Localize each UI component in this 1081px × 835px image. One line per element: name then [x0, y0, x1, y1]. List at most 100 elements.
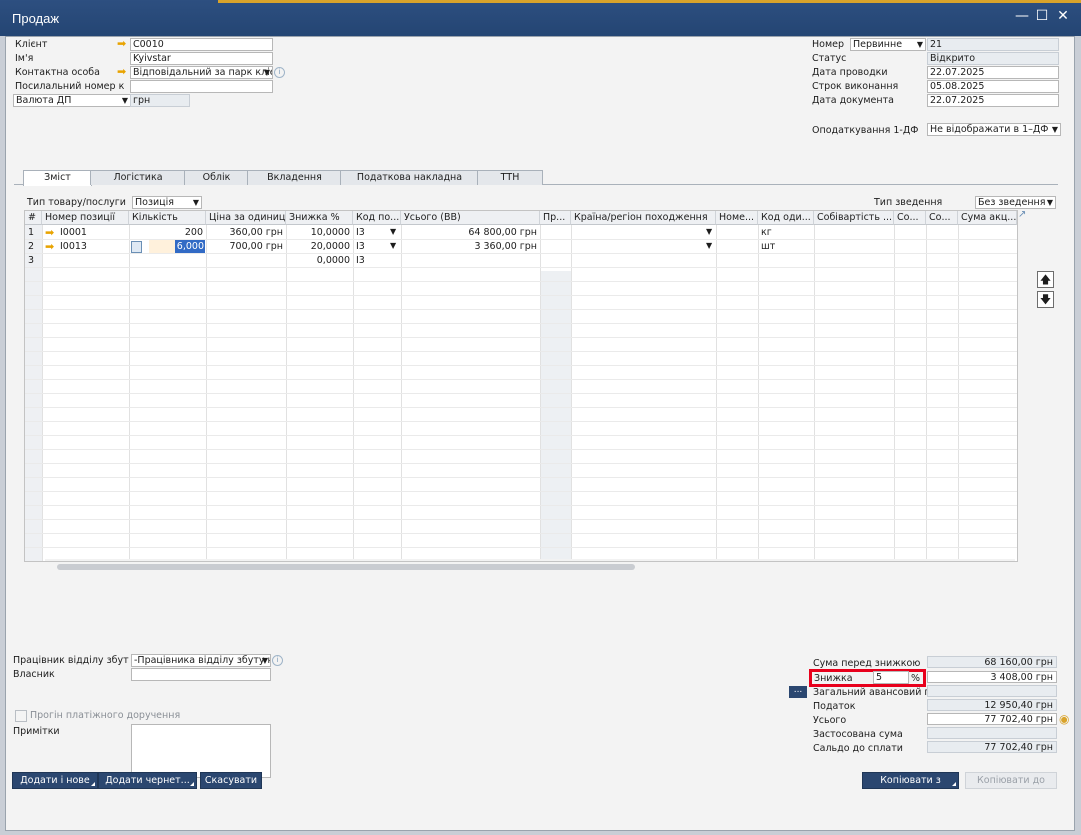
ref-field[interactable] [130, 80, 273, 93]
total-field[interactable]: 77 702,40 грн [927, 713, 1057, 725]
posting-date-field[interactable]: 22.07.2025 [927, 66, 1059, 79]
chevron-down-icon[interactable]: ▼ [706, 227, 712, 236]
horizontal-scrollbar-track[interactable] [45, 559, 1015, 561]
add-and-new-button[interactable]: Додати і нове [12, 772, 98, 789]
copy-from-button[interactable]: Копіювати з [862, 772, 959, 789]
applied-amount-label: Застосована сума [813, 729, 903, 740]
table-row[interactable]: 2 ➡ I0013 6,000 700,00 грн 20,0000 I3 ▼ … [25, 240, 1017, 253]
cell-discount[interactable]: 0,0000 [286, 254, 353, 267]
cell-item[interactable]: I0001 [57, 226, 129, 239]
col-header-co2[interactable]: Со... [926, 211, 958, 225]
cell-uom[interactable]: шт [758, 240, 814, 253]
sales-employee-label: Працівник відділу збут [13, 655, 129, 666]
col-header-num[interactable]: # [25, 211, 42, 225]
window-title: Продаж [12, 11, 60, 26]
link-arrow-icon[interactable]: ➡ [117, 66, 126, 77]
col-header-cost[interactable]: Собівартість ... [814, 211, 894, 225]
grid-row-line [25, 463, 1017, 464]
item-type-select[interactable]: Позиція ▼ [132, 196, 202, 209]
summary-type-select[interactable]: Без зведення ▼ [975, 196, 1056, 209]
sales-employee-select[interactable]: -Працівника відділу збуту нем▼ [131, 654, 271, 667]
owner-field[interactable] [131, 668, 271, 681]
contact-value: Відповідальний за парк клієнт [133, 67, 273, 78]
doc-date-field[interactable]: 22.07.2025 [927, 94, 1059, 107]
due-date-field[interactable]: 05.08.2025 [927, 80, 1059, 93]
cell-discount[interactable]: 10,0000 [286, 226, 353, 239]
cell-total[interactable]: 64 800,00 грн [401, 226, 540, 239]
table-row[interactable]: 3 0,0000 I3 [25, 254, 1017, 267]
client-field[interactable]: C0010 [130, 38, 273, 51]
tab-tax-invoice[interactable]: Податкова накладна [340, 170, 479, 185]
name-label: Ім'я [15, 53, 34, 64]
grid-row-line [25, 505, 1017, 506]
col-header-total[interactable]: Усього (ВВ) [401, 211, 540, 225]
item-type-label: Тип товару/послуги [27, 197, 126, 208]
minimize-icon[interactable]: — [1014, 8, 1030, 24]
info-icon[interactable]: i [274, 67, 285, 78]
horizontal-scrollbar-thumb[interactable] [57, 564, 635, 570]
cell-qty[interactable]: 200 [129, 226, 206, 239]
maximize-icon[interactable]: ☐ [1034, 8, 1050, 24]
cell-qty-editing[interactable]: 6,000 [175, 240, 205, 253]
currency-type-select[interactable]: Валюта ДП ▼ [13, 94, 131, 107]
grid-row-line [25, 435, 1017, 436]
remarks-textarea[interactable] [131, 724, 271, 778]
tab-ttn[interactable]: ТТН [477, 170, 543, 185]
sales-employee-value: -Працівника відділу збуту нем [134, 655, 270, 666]
cell-tax-code[interactable]: I3 [353, 254, 401, 267]
calculator-icon[interactable] [131, 241, 142, 253]
discount-amount-field[interactable]: 3 408,00 грн [927, 671, 1057, 683]
col-header-co1[interactable]: Со... [894, 211, 926, 225]
coins-icon[interactable]: ◉ [1059, 712, 1073, 726]
more-options-button[interactable]: ... [789, 686, 807, 698]
col-header-uom[interactable]: Код оди... [758, 211, 814, 225]
col-header-excise[interactable]: Сума акц... [958, 211, 1017, 225]
copy-to-button[interactable]: Копіювати до [965, 772, 1057, 789]
name-field[interactable]: Kyivstar [130, 52, 273, 65]
cell-price[interactable]: 360,00 грн [206, 226, 286, 239]
chevron-down-icon: ▼ [916, 40, 923, 49]
move-up-icon[interactable]: 🡅 [1037, 271, 1054, 288]
due-date-label: Строк виконання [812, 81, 899, 92]
payment-run-checkbox[interactable] [15, 710, 27, 722]
tab-accounting[interactable]: Облік [184, 170, 249, 185]
tab-attachments[interactable]: Вкладення [247, 170, 342, 185]
cancel-button[interactable]: Скасувати [200, 772, 262, 789]
expand-icon[interactable]: ↗ [1018, 210, 1028, 220]
col-header-discount[interactable]: Знижка % [286, 211, 353, 225]
cell-discount[interactable]: 20,0000 [286, 240, 353, 253]
info-icon[interactable]: i [272, 655, 283, 666]
series-select[interactable]: Первинне ▼ [850, 38, 926, 51]
move-down-icon[interactable]: 🡇 [1037, 291, 1054, 308]
table-row[interactable]: 1 ➡ I0001 200 360,00 грн 10,0000 I3 ▼ 64… [25, 226, 1017, 239]
col-header-item[interactable]: Номер позиції [42, 211, 129, 225]
series-value: Первинне [853, 39, 903, 50]
col-header-number[interactable]: Номе... [716, 211, 758, 225]
col-header-country[interactable]: Країна/регіон походження [571, 211, 716, 225]
col-header-price[interactable]: Ціна за одиницю [206, 211, 286, 225]
col-header-tax-code[interactable]: Код по... [353, 211, 401, 225]
tab-logistics[interactable]: Логістика [90, 170, 186, 185]
cell-uom[interactable]: кг [758, 226, 814, 239]
row-number: 3 [28, 255, 35, 266]
tax-1df-select[interactable]: Не відображати в 1–ДФ ▼ [927, 123, 1061, 136]
tab-content[interactable]: Зміст [23, 170, 92, 186]
add-draft-button[interactable]: Додати чернет... [98, 772, 197, 789]
contact-select[interactable]: Відповідальний за парк клієнт ▼ [130, 66, 273, 79]
col-header-qty[interactable]: Кількість [129, 211, 206, 225]
discount-percent-field[interactable]: 5 [873, 671, 909, 684]
link-arrow-icon[interactable]: ➡ [117, 38, 126, 49]
cell-price[interactable]: 700,00 грн [206, 240, 286, 253]
col-header-pr[interactable]: Пр... [540, 211, 571, 225]
number-label: Номер [812, 39, 844, 50]
close-icon[interactable]: ✕ [1055, 8, 1071, 24]
chevron-down-icon: ▼ [261, 656, 268, 665]
cell-item[interactable]: I0013 [57, 240, 129, 253]
link-arrow-icon[interactable]: ➡ [45, 241, 54, 252]
chevron-down-icon[interactable]: ▼ [390, 227, 396, 236]
tax-1df-label: Оподаткування 1-ДФ [812, 125, 919, 136]
link-arrow-icon[interactable]: ➡ [45, 227, 54, 238]
chevron-down-icon[interactable]: ▼ [706, 241, 712, 250]
cell-total[interactable]: 3 360,00 грн [401, 240, 540, 253]
chevron-down-icon[interactable]: ▼ [390, 241, 396, 250]
